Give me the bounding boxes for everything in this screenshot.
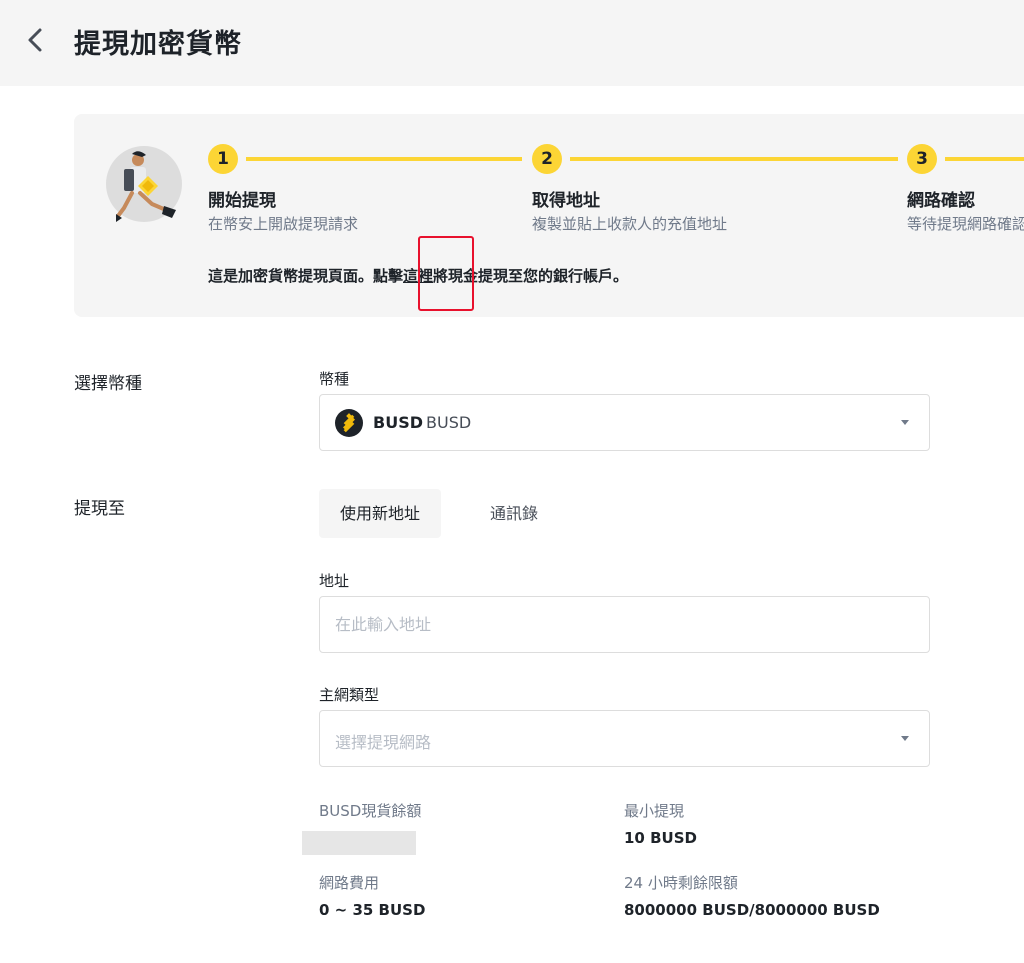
- step-2-title: 取得地址: [532, 191, 600, 211]
- tab-new-address[interactable]: 使用新地址: [319, 489, 441, 538]
- coin-symbol: BUSD: [373, 413, 423, 432]
- step-3-badge: 3: [907, 144, 937, 174]
- step-3-desc: 等待提現網路確認: [907, 215, 1024, 233]
- page-title: 提現加密貨幣: [74, 29, 242, 60]
- withdraw-illustration: [106, 146, 182, 222]
- network-select[interactable]: 選擇提現網路: [319, 710, 930, 767]
- notice-suffix: 將現金提現至您的銀行帳戶。: [433, 267, 629, 285]
- coin-select[interactable]: BUSD BUSD: [319, 394, 930, 451]
- daily-limit-label: 24 小時剩餘限額: [624, 874, 738, 892]
- network-placeholder: 選擇提現網路: [335, 733, 432, 752]
- withdraw-to-section-label: 提現至: [74, 499, 125, 519]
- min-withdraw-value: 10 BUSD: [624, 829, 697, 847]
- step-1-desc: 在幣安上開啟提現請求: [208, 215, 359, 233]
- back-arrow-icon[interactable]: [22, 24, 50, 56]
- step-1-title: 開始提現: [208, 191, 276, 211]
- caret-down-icon: [901, 736, 909, 741]
- caret-down-icon: [901, 420, 909, 425]
- min-withdraw-label: 最小提現: [624, 802, 685, 820]
- page-header: 提現加密貨幣: [0, 0, 1024, 86]
- busd-coin-icon: [335, 409, 363, 437]
- tab-address-book[interactable]: 通訊錄: [462, 489, 566, 538]
- steps-panel: 1 開始提現 在幣安上開啟提現請求 2 取得地址 複製並貼上收款人的充值地址 3…: [74, 114, 1024, 317]
- fiat-withdraw-link[interactable]: 這裡: [403, 267, 433, 285]
- select-coin-section-label: 選擇幣種: [74, 374, 142, 394]
- step-3-title: 網路確認: [907, 191, 975, 211]
- fiat-withdraw-notice: 這是加密貨幣提現頁面。點擊這裡將現金提現至您的銀行帳戶。: [208, 265, 628, 286]
- step-2-desc: 複製並貼上收款人的充值地址: [532, 215, 728, 233]
- step-3-progress-line: [945, 157, 1024, 161]
- coin-field-label: 幣種: [319, 370, 350, 388]
- balance-value-masked: [302, 831, 416, 855]
- step-2-badge: 2: [532, 144, 562, 174]
- address-field-label: 地址: [319, 572, 350, 590]
- network-field-label: 主網類型: [319, 686, 380, 704]
- network-fee-value: 0 ~ 35 BUSD: [319, 901, 426, 919]
- address-input[interactable]: [319, 596, 930, 653]
- step-1-progress-line: [246, 157, 522, 161]
- step-1-badge: 1: [208, 144, 238, 174]
- network-fee-label: 網路費用: [319, 874, 380, 892]
- notice-prefix: 這是加密貨幣提現頁面。點擊: [208, 267, 404, 285]
- step-2-progress-line: [570, 157, 898, 161]
- coin-name: BUSD: [426, 413, 472, 432]
- balance-label: BUSD現貨餘額: [319, 802, 422, 820]
- daily-limit-value: 8000000 BUSD/8000000 BUSD: [624, 901, 880, 919]
